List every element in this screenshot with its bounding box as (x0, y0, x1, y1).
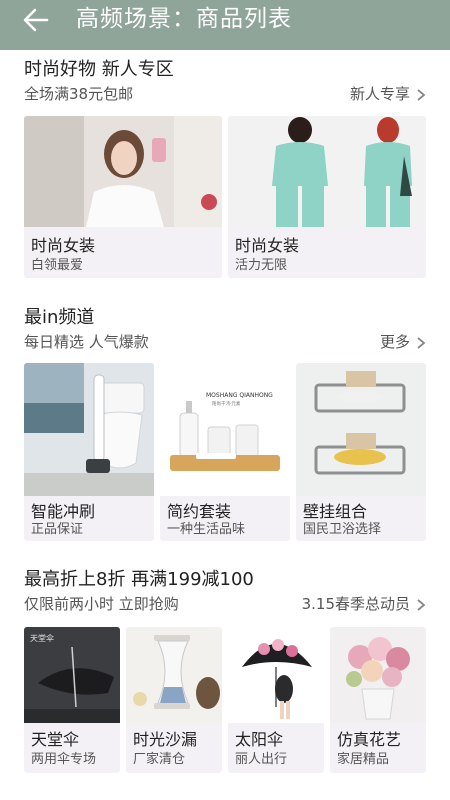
product-card[interactable]: 智能冲刷 正品保证 (24, 363, 154, 541)
product-image (24, 116, 222, 227)
product-card[interactable]: 天堂伞 天堂伞 两用伞专场 (24, 627, 120, 773)
brand-text: 天堂伞 (30, 633, 54, 643)
section-title: 最高折上8折 再满199减100 (24, 569, 254, 590)
product-title: 智能冲刷 (31, 502, 96, 521)
product-title: 简约套装 (167, 502, 232, 521)
product-image (296, 363, 426, 496)
more-label: 3.15春季总动员 (301, 595, 410, 613)
product-image (228, 627, 324, 723)
section-title: 最in频道 (24, 307, 95, 328)
section-subtitle: 全场满38元包邮 (24, 85, 134, 103)
product-title: 天堂伞 (31, 730, 80, 749)
brand-text: MOSHANG QIANHONG (206, 392, 273, 399)
back-button[interactable] (22, 6, 50, 34)
section-title: 时尚好物 新人专区 (24, 59, 174, 80)
more-label: 新人专享 (349, 85, 410, 103)
product-card[interactable]: 太阳伞 丽人出行 (228, 627, 324, 773)
product-card[interactable]: 仿真花艺 家居精品 (330, 627, 426, 773)
chevron-right-icon (414, 87, 428, 101)
product-card[interactable]: MOSHANG QIANHONG 陌尚千鸿·元素 简约套装 一种生活品味 (160, 363, 290, 541)
more-label: 更多 (379, 333, 410, 351)
product-card[interactable]: 壁挂组合 国民卫浴选择 (296, 363, 426, 541)
product-subtitle: 厂家清仓 (133, 752, 186, 767)
section-more-link[interactable]: 3.15春季总动员 (302, 594, 428, 614)
product-image: MOSHANG QIANHONG 陌尚千鸿·元素 (160, 363, 290, 496)
product-title: 时尚女装 (235, 236, 300, 255)
product-title: 壁挂组合 (303, 502, 368, 521)
section-subtitle: 仅限前两小时 立即抢购 (24, 595, 179, 613)
product-subtitle: 一种生活品味 (167, 522, 246, 537)
product-title: 太阳伞 (235, 730, 284, 749)
chevron-right-icon (414, 597, 428, 611)
product-image (228, 116, 426, 227)
product-subtitle: 国民卫浴选择 (303, 522, 382, 537)
section-more-link[interactable]: 新人专享 (350, 84, 428, 104)
product-subtitle: 丽人出行 (235, 752, 288, 767)
product-image (330, 627, 426, 723)
product-card[interactable]: 时尚女装 白领最爱 (24, 116, 222, 278)
product-subtitle: 活力无限 (235, 258, 288, 273)
product-subtitle: 家居精品 (337, 752, 390, 767)
header-bar: 高频场景：商品列表 (0, 0, 450, 50)
arrow-left-icon (23, 8, 49, 32)
product-title: 时尚女装 (31, 236, 96, 255)
brand-text: 陌尚千鸿·元素 (212, 400, 241, 407)
product-subtitle: 两用伞专场 (31, 752, 97, 767)
product-image (24, 363, 154, 496)
section-subtitle: 每日精选 人气爆款 (24, 333, 149, 351)
product-title: 时光沙漏 (133, 730, 198, 749)
product-card[interactable]: 时光沙漏 厂家清仓 (126, 627, 222, 773)
product-subtitle: 白领最爱 (31, 258, 84, 273)
product-image: 天堂伞 (24, 627, 120, 723)
product-card[interactable]: 时尚女装 活力无限 (228, 116, 426, 278)
product-image (126, 627, 222, 723)
product-title: 仿真花艺 (337, 730, 402, 749)
product-subtitle: 正品保证 (31, 522, 84, 537)
page-title: 高频场景：商品列表 (76, 6, 292, 32)
chevron-right-icon (414, 335, 428, 349)
section-more-link[interactable]: 更多 (380, 332, 428, 352)
